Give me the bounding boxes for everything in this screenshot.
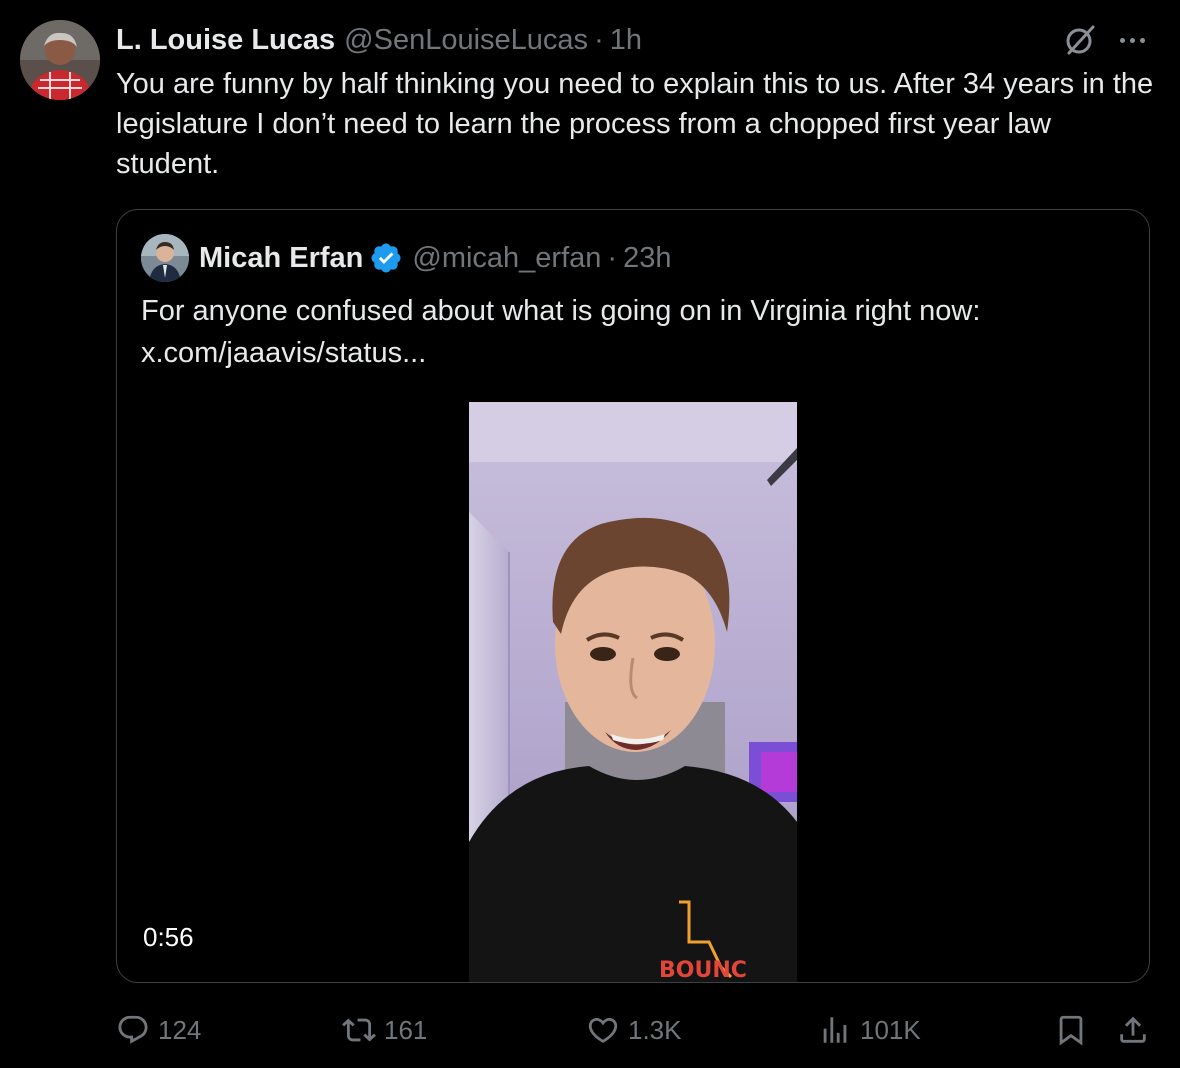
header-separator: ·: [594, 23, 604, 56]
quoted-author-handle[interactable]: @micah_erfan: [412, 242, 601, 275]
quoted-author-display-name[interactable]: Micah Erfan: [199, 242, 363, 275]
views-chart-icon: [823, 1017, 847, 1043]
tweet-header: L. Louise Lucas @SenLouiseLucas · 1h: [116, 20, 642, 60]
repost-button[interactable]: 161: [342, 1008, 427, 1052]
heart-icon: [588, 1017, 618, 1043]
video-thumbnail: BOUNC: [469, 402, 797, 983]
author-display-name[interactable]: L. Louise Lucas: [116, 24, 335, 57]
author-avatar[interactable]: [20, 20, 100, 100]
svg-text:BOUNC: BOUNC: [659, 958, 747, 983]
tweet-timestamp[interactable]: 1h: [610, 24, 642, 57]
more-dot: [1129, 37, 1135, 43]
views-button[interactable]: 101K: [818, 1008, 921, 1052]
more-dot: [1119, 37, 1125, 43]
verified-badge-icon: [369, 241, 403, 275]
author-handle[interactable]: @SenLouiseLucas: [344, 24, 588, 57]
quoted-tweet-timestamp[interactable]: 23h: [623, 242, 671, 275]
share-icon: [1120, 1016, 1146, 1043]
like-button[interactable]: 1.3K: [586, 1008, 682, 1052]
quoted-tweet-link[interactable]: x.com/jaaavis/status...: [141, 332, 1121, 374]
quoted-tweet-text: For anyone confused about what is going …: [141, 290, 1121, 374]
quoted-tweet[interactable]: Micah Erfan @micah_erfan · 23h For anyon…: [116, 209, 1150, 983]
tweet-text: You are funny by half thinking you need …: [116, 68, 1154, 180]
more-options-icon[interactable]: [1112, 22, 1152, 58]
avatar-photo: [141, 234, 189, 282]
quoted-author-avatar[interactable]: [141, 234, 189, 282]
tweet[interactable]: L. Louise Lucas @SenLouiseLucas · 1h You…: [0, 0, 1180, 1068]
reply-icon: [118, 1015, 148, 1044]
repost-icon: [342, 1018, 376, 1042]
repost-count: 161: [384, 1014, 428, 1045]
header-separator: ·: [607, 241, 618, 274]
reply-button[interactable]: 124: [116, 1008, 201, 1052]
bookmark-icon: [1059, 1015, 1083, 1046]
views-count: 101K: [860, 1014, 921, 1045]
video-player[interactable]: BOUNC: [469, 402, 797, 983]
bookmark-button[interactable]: [1054, 1008, 1088, 1052]
more-dot: [1139, 37, 1145, 43]
share-button[interactable]: [1116, 1008, 1150, 1052]
quoted-tweet-header: Micah Erfan @micah_erfan · 23h: [199, 238, 671, 278]
avatar-photo: [20, 20, 100, 100]
reply-count: 124: [158, 1014, 202, 1045]
action-bar: 124 161 1.3K 101K: [116, 1008, 1156, 1052]
video-duration: 0:56: [143, 922, 194, 952]
quoted-tweet-text-line: For anyone confused about what is going …: [141, 295, 981, 327]
like-count: 1.3K: [628, 1014, 682, 1045]
grok-icon[interactable]: [1060, 20, 1100, 60]
